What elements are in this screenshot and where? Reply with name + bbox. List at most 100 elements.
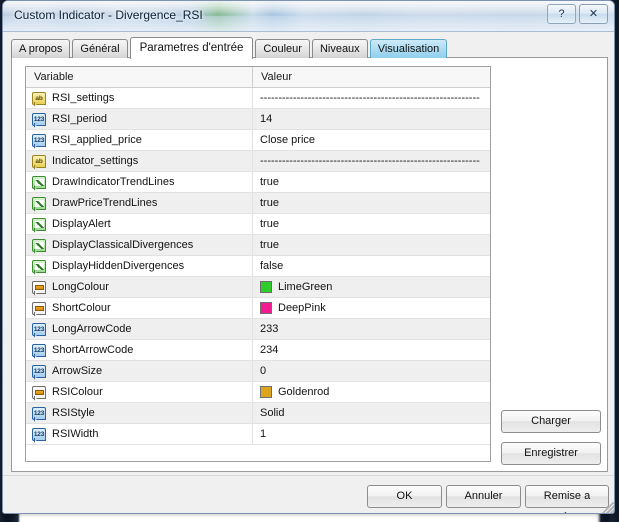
table-row[interactable]: 123RSI_applied_priceClose price — [26, 130, 490, 151]
variable-name: ShortArrowCode — [52, 344, 133, 356]
table-row[interactable]: DrawIndicatorTrendLines true — [26, 172, 490, 193]
value-cell[interactable]: true — [253, 235, 490, 255]
table-row[interactable]: ShortColour DeepPink — [26, 298, 490, 319]
number-type-icon: 123 — [32, 407, 46, 420]
table-row[interactable]: DisplayHiddenDivergences false — [26, 256, 490, 277]
tab-couleur[interactable]: Couleur — [255, 39, 310, 58]
boolean-type-icon — [32, 197, 46, 210]
variable-cell: DrawIndicatorTrendLines — [26, 172, 253, 192]
cancel-button[interactable]: Annuler — [446, 485, 521, 508]
value-cell[interactable]: Solid — [253, 403, 490, 423]
reset-button[interactable]: Remise a zéro — [525, 485, 609, 508]
table-row[interactable]: abIndicator_settings --------------------… — [26, 151, 490, 172]
table-row[interactable]: 123RSIWidth1 — [26, 424, 490, 445]
variable-name: DrawIndicatorTrendLines — [52, 176, 174, 188]
string-type-icon: ab — [32, 92, 46, 105]
tab-a-propos[interactable]: A propos — [11, 39, 70, 58]
variable-cell: abRSI_settings — [26, 88, 253, 108]
value-cell[interactable]: Close price — [253, 130, 490, 150]
value-cell[interactable]: 14 — [253, 109, 490, 129]
table-row[interactable]: 123ArrowSize0 — [26, 361, 490, 382]
color-type-icon — [32, 281, 46, 294]
variable-name: LongArrowCode — [52, 323, 132, 335]
color-swatch — [260, 302, 272, 314]
table-row[interactable]: abRSI_settings --------------------------… — [26, 88, 490, 109]
table-row[interactable]: 123 ShortArrowCode 234 — [26, 340, 490, 361]
tab-strip: A proposGénéralParametres d'entréeCouleu… — [11, 37, 449, 58]
table-row[interactable]: LongColour LimeGreen — [26, 277, 490, 298]
value-text: DeepPink — [278, 302, 326, 314]
color-icon-band — [35, 285, 44, 290]
bool-icon-line — [35, 243, 44, 249]
value-separator: ----------------------------------------… — [260, 155, 490, 167]
resize-grip[interactable] — [602, 502, 614, 514]
value-cell[interactable]: ----------------------------------------… — [253, 88, 490, 108]
table-row[interactable]: DisplayAlert true — [26, 214, 490, 235]
table-row[interactable]: 123RSIStyleSolid — [26, 403, 490, 424]
value-text: Goldenrod — [278, 386, 329, 398]
variable-cell: 123RSIStyle — [26, 403, 253, 423]
variable-name: RSIColour — [52, 386, 103, 398]
value-cell[interactable]: 234 — [253, 340, 490, 360]
variable-name: ShortColour — [52, 302, 111, 314]
value-text: true — [260, 197, 279, 209]
grid-header-variable: Variable — [26, 67, 253, 87]
table-row[interactable]: RSIColour Goldenrod — [26, 382, 490, 403]
variable-cell: 123ArrowSize — [26, 361, 253, 381]
value-text: true — [260, 176, 279, 188]
value-cell[interactable]: false — [253, 256, 490, 276]
value-cell[interactable]: DeepPink — [253, 298, 490, 318]
variable-name: DisplayClassicalDivergences — [52, 239, 193, 251]
number-type-icon: 123 — [32, 344, 46, 357]
dialog-footer: OK Annuler Remise a zéro — [3, 475, 615, 514]
value-cell[interactable]: ----------------------------------------… — [253, 151, 490, 171]
parameters-grid[interactable]: Variable Valeur abRSI_settings ----------… — [25, 66, 491, 462]
variable-cell: DisplayAlert — [26, 214, 253, 234]
custom-indicator-dialog: Custom Indicator - Divergence_RSI ? ✕ A … — [2, 0, 615, 514]
tab-niveaux[interactable]: Niveaux — [312, 39, 368, 58]
load-button[interactable]: Charger — [501, 410, 601, 433]
table-row[interactable]: 123LongArrowCode233 — [26, 319, 490, 340]
tab-g-n-ral[interactable]: Général — [72, 39, 127, 58]
help-button[interactable]: ? — [547, 4, 576, 24]
grid-header-row: Variable Valeur — [26, 67, 490, 88]
variable-cell: 123LongArrowCode — [26, 319, 253, 339]
variable-cell: abIndicator_settings — [26, 151, 253, 171]
table-row[interactable]: DrawPriceTrendLinestrue — [26, 193, 490, 214]
value-cell[interactable]: true — [253, 193, 490, 213]
color-icon-band — [35, 306, 44, 311]
ok-button[interactable]: OK — [367, 485, 442, 508]
grid-body: abRSI_settings --------------------------… — [26, 88, 490, 445]
variable-name: LongColour — [52, 281, 109, 293]
color-icon-band — [35, 390, 44, 395]
value-text: LimeGreen — [278, 281, 332, 293]
value-text: true — [260, 218, 279, 230]
color-type-icon — [32, 386, 46, 399]
value-separator: ----------------------------------------… — [260, 92, 490, 104]
tab-parametres-d-entr-e[interactable]: Parametres d'entrée — [130, 37, 254, 59]
table-row[interactable]: DisplayClassicalDivergences true — [26, 235, 490, 256]
bool-icon-line — [35, 222, 44, 228]
title-bar[interactable]: Custom Indicator - Divergence_RSI ? ✕ — [3, 1, 614, 32]
value-cell[interactable]: 233 — [253, 319, 490, 339]
value-cell[interactable]: 1 — [253, 424, 490, 444]
value-cell[interactable]: LimeGreen — [253, 277, 490, 297]
variable-name: RSI_period — [52, 113, 107, 125]
close-button[interactable]: ✕ — [579, 4, 608, 24]
variable-name: ArrowSize — [52, 365, 102, 377]
number-type-icon: 123 — [32, 134, 46, 147]
save-settings-button[interactable]: Enregistrer — [501, 442, 601, 465]
value-cell[interactable]: true — [253, 214, 490, 234]
table-row[interactable]: 123RSI_period14 — [26, 109, 490, 130]
variable-name: DisplayHiddenDivergences — [52, 260, 184, 272]
variable-cell: 123 ShortArrowCode — [26, 340, 253, 360]
value-cell[interactable]: 0 — [253, 361, 490, 381]
value-cell[interactable]: true — [253, 172, 490, 192]
tab-content-panel: Variable Valeur abRSI_settings ----------… — [11, 57, 608, 472]
variable-cell: ShortColour — [26, 298, 253, 318]
variable-name: RSIWidth — [52, 428, 98, 440]
value-text: true — [260, 239, 279, 251]
tab-visualisation[interactable]: Visualisation — [370, 39, 448, 58]
value-cell[interactable]: Goldenrod — [253, 382, 490, 402]
variable-cell: RSIColour — [26, 382, 253, 402]
